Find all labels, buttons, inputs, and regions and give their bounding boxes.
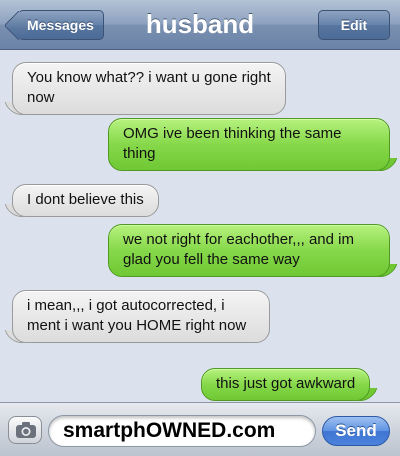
- outgoing-message-bubble: this just got awkward: [201, 368, 371, 401]
- navigation-bar: Messages husband Edit: [0, 0, 400, 50]
- camera-icon: [16, 422, 36, 438]
- camera-button[interactable]: [8, 416, 42, 444]
- edit-button[interactable]: Edit: [318, 10, 390, 40]
- incoming-message-bubble: i mean,,, i got autocorrected, i ment i …: [12, 290, 270, 343]
- outgoing-message-bubble: OMG ive been thinking the same thing: [108, 118, 390, 171]
- compose-bar: smartphOWNED.com Send: [0, 402, 400, 456]
- message-input[interactable]: smartphOWNED.com: [48, 415, 316, 447]
- outgoing-message-bubble: we not right for eachother,,, and im gla…: [108, 224, 390, 277]
- incoming-message-bubble: You know what?? i want u gone right now: [12, 62, 286, 115]
- message-thread[interactable]: You know what?? i want u gone right now …: [0, 50, 400, 401]
- incoming-message-bubble: I dont believe this: [12, 184, 159, 217]
- send-button[interactable]: Send: [322, 416, 390, 446]
